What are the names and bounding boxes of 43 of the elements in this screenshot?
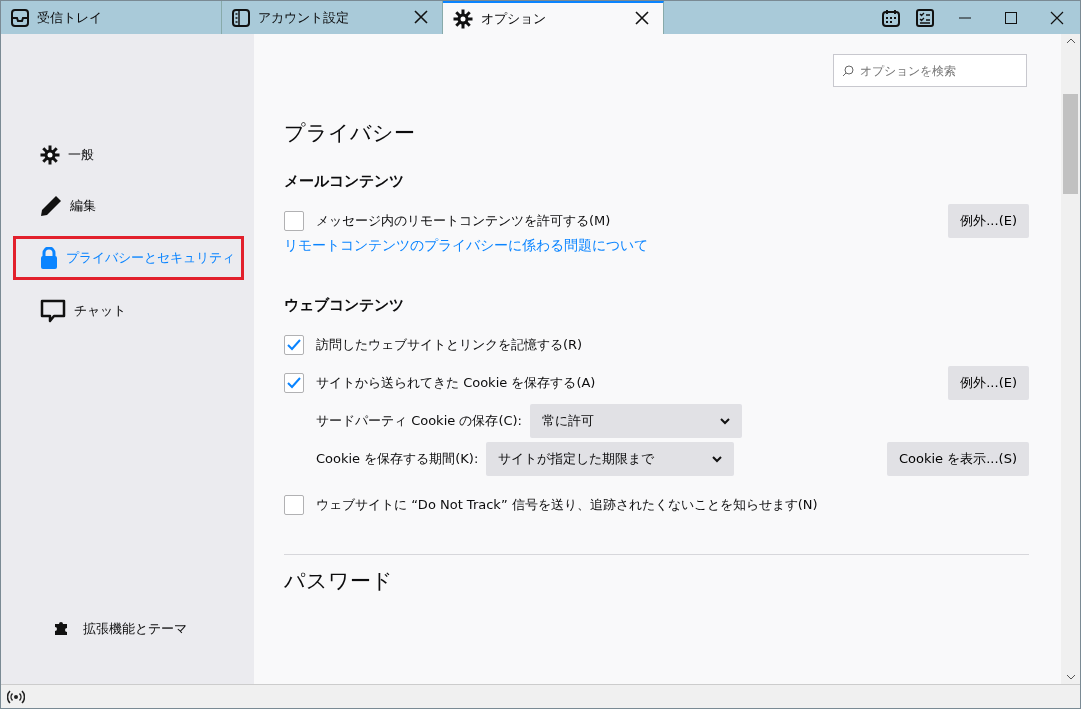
checkbox-label: メッセージ内のリモートコンテンツを許可する(M) [316, 212, 611, 231]
puzzle-icon [53, 620, 69, 637]
address-book-icon [232, 8, 250, 27]
scroll-down-icon[interactable] [1065, 672, 1076, 681]
sidebar-item[interactable]: 編集 [13, 184, 244, 228]
pencil-icon [40, 195, 62, 217]
sidebar-item[interactable]: チャット [13, 288, 244, 334]
page-title: プライバシー [284, 121, 416, 147]
sidebar-item[interactable]: 一般 [13, 134, 244, 176]
gear-icon [453, 8, 473, 29]
tab[interactable]: オプション [443, 1, 664, 34]
scrollbar-thumb[interactable] [1063, 94, 1078, 194]
dropdown[interactable]: サイトが指定した期限まで [486, 442, 735, 477]
gear-icon [40, 145, 60, 165]
inbox-icon [11, 8, 29, 27]
checkbox[interactable] [284, 495, 304, 516]
close-icon [635, 10, 649, 25]
privacy-link[interactable]: リモートコンテンツのプライバシーに係わる問題について [284, 234, 648, 256]
checkbox-label: サイトから送られてきた Cookie を保存する(A) [316, 374, 596, 393]
search-field[interactable]: オプションを検索 [833, 54, 1027, 87]
checkbox-label: 訪問したウェブサイトとリンクを記憶する(R) [316, 336, 583, 355]
select-label: Cookie を保存する期間(K): [316, 450, 479, 469]
signal-icon[interactable] [7, 689, 25, 704]
checkbox[interactable] [284, 211, 304, 232]
chat-icon [40, 299, 66, 323]
page-title: パスワード [284, 569, 394, 595]
section-title: ウェブコンテンツ [284, 296, 405, 315]
checkbox[interactable] [284, 335, 304, 356]
search-icon [842, 65, 854, 77]
section-title: メールコンテンツ [284, 172, 405, 191]
checkbox-label: ウェブサイトに “Do Not Track” 信号を送り、追跡されたくないことを知らせます(N) [316, 496, 818, 515]
chevron-icon [720, 417, 730, 425]
chevron-icon [712, 455, 723, 463]
sidebar-item[interactable]: 拡張機能とテーマ [1, 618, 254, 638]
checkbox[interactable] [284, 373, 304, 394]
button[interactable]: Cookie を表示...(S) [886, 442, 1029, 476]
button[interactable]: 例外...(E) [948, 366, 1029, 400]
dropdown[interactable]: 常に許可 [530, 404, 742, 439]
scroll-up-icon[interactable] [1065, 37, 1076, 46]
lock-icon [40, 247, 58, 269]
button[interactable]: 例外...(E) [948, 204, 1029, 238]
close-icon [414, 9, 428, 24]
select-label: サードパーティ Cookie の保存(C): [316, 412, 522, 431]
